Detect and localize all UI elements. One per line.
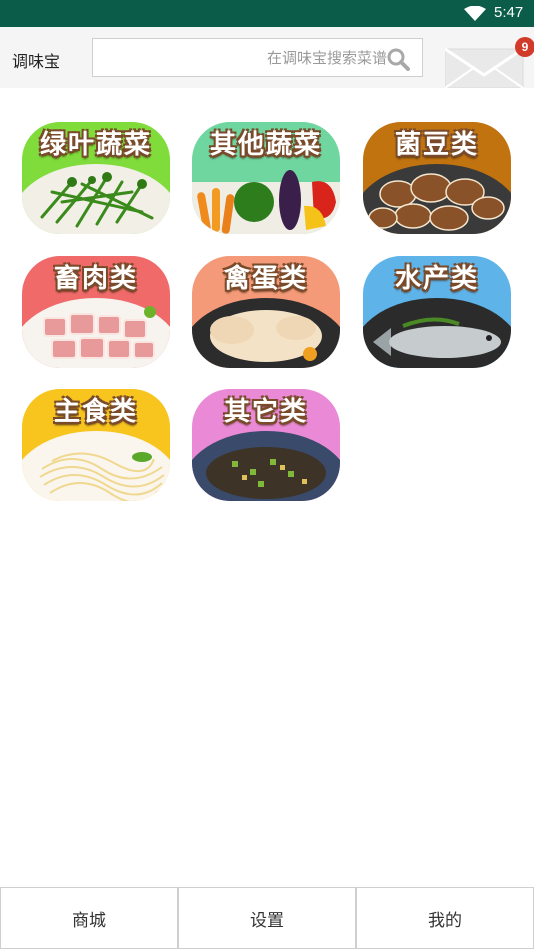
app-title: 调味宝 xyxy=(12,52,61,71)
category-tile-noodles[interactable]: 主食类 xyxy=(22,389,170,501)
envelope-icon xyxy=(444,47,524,89)
nav-mine-button[interactable]: 我的 xyxy=(356,887,534,949)
category-tile-vegetables[interactable]: 其他蔬菜 xyxy=(192,122,340,234)
category-tile-poultry[interactable]: 禽蛋类 xyxy=(192,256,340,368)
category-label: 禽蛋类 xyxy=(223,264,308,294)
category-label: 水产类 xyxy=(394,264,479,294)
wifi-icon xyxy=(464,6,486,21)
message-count-badge: 9 xyxy=(515,37,534,57)
bottom-navigation: 商城 设置 我的 xyxy=(0,887,534,949)
category-label: 菌豆类 xyxy=(394,130,479,160)
category-tile-mushrooms[interactable]: 菌豆类 xyxy=(363,122,511,234)
category-tile-greens[interactable]: 绿叶蔬菜 xyxy=(22,122,170,234)
category-label: 绿叶蔬菜 xyxy=(39,130,152,160)
nav-settings-button[interactable]: 设置 xyxy=(178,887,356,949)
category-tile-meat[interactable]: 畜肉类 xyxy=(22,256,170,368)
category-tile-other[interactable]: 其它类 xyxy=(192,389,340,501)
status-bar: 5:47 xyxy=(0,0,534,27)
search-box[interactable] xyxy=(92,38,423,77)
category-label: 其它类 xyxy=(223,397,308,427)
app-header: 调味宝 9 xyxy=(0,27,534,89)
search-input[interactable] xyxy=(97,41,387,74)
messages-button[interactable]: 9 xyxy=(444,37,534,89)
category-label: 畜肉类 xyxy=(53,264,138,294)
category-label: 主食类 xyxy=(53,397,138,427)
category-label: 其他蔬菜 xyxy=(209,130,322,160)
search-icon[interactable] xyxy=(386,47,410,71)
nav-shop-button[interactable]: 商城 xyxy=(0,887,178,949)
category-tile-fish[interactable]: 水产类 xyxy=(363,256,511,368)
status-time: 5:47 xyxy=(494,4,524,21)
